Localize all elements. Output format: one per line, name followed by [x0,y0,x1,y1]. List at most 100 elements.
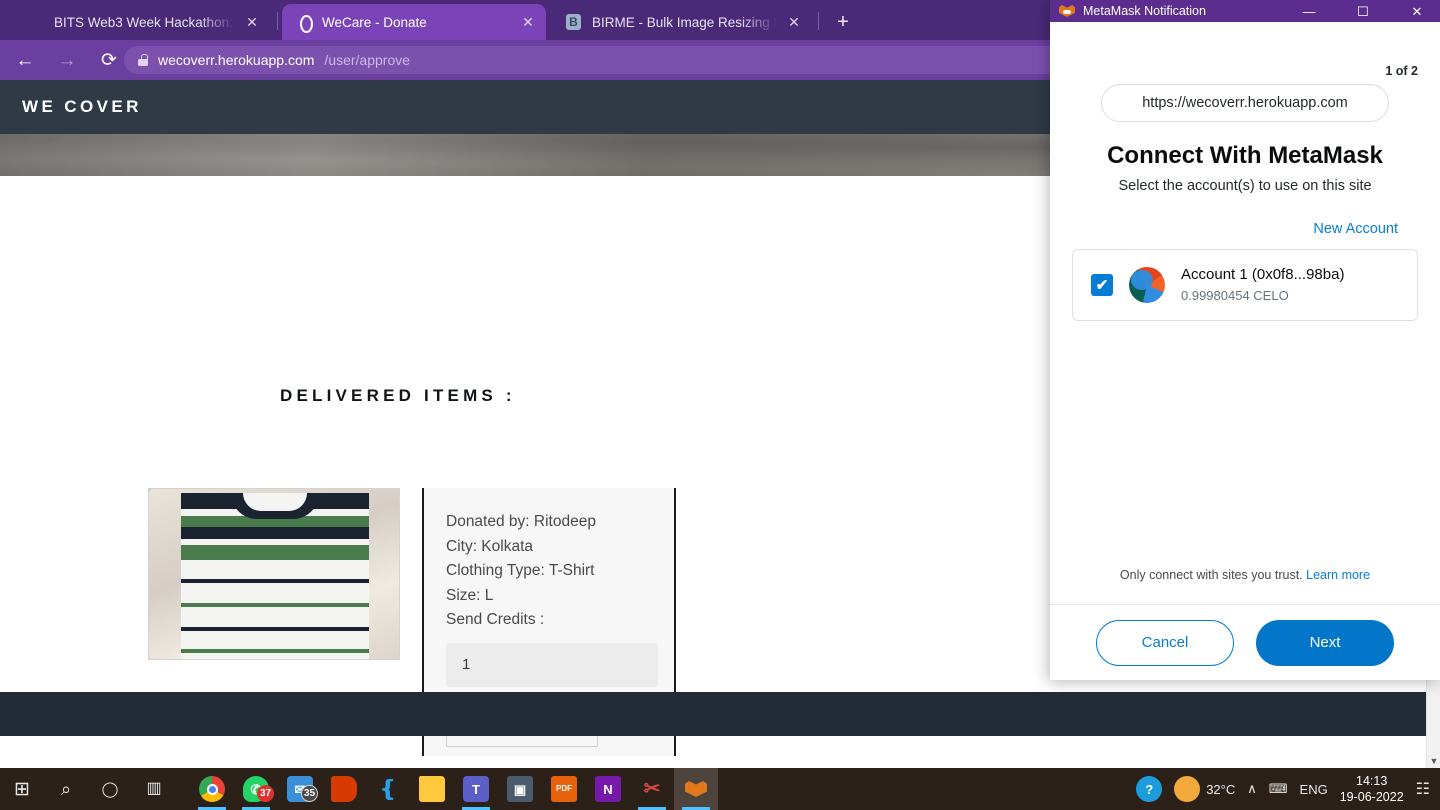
site-footer [0,692,1440,736]
notification-icon: ☷ [1416,779,1430,799]
teams-icon: T [463,776,489,802]
address-bar-path: /user/approve [324,52,410,68]
task-view-icon: ▥ [146,781,161,797]
browser-tab-1-close-icon[interactable]: ✕ [244,14,260,30]
calculator-icon: ▣ [507,776,533,802]
taskbar-app-file-explorer[interactable] [410,768,454,810]
system-tray: ? 32°C ∧ ⌨ ENG 14:13 19-06-2022 ☷ [1136,773,1440,805]
search-button[interactable]: ⌕ [44,768,88,810]
task-view-button[interactable]: ▥ [132,768,176,810]
learn-more-link[interactable]: Learn more [1306,568,1370,582]
taskbar-app-office[interactable] [322,768,366,810]
metamask-window-title: MetaMask Notification [1083,4,1278,18]
browser-tab-2-close-icon[interactable]: ✕ [520,14,536,30]
clock-time: 14:13 [1340,773,1404,789]
chrome-icon [199,776,225,802]
item-size: Size: L [446,584,654,609]
scissors-icon: ✂ [639,776,665,802]
close-button[interactable]: ✕ [1394,0,1440,22]
address-bar-domain: wecoverr.herokuapp.com [158,52,314,68]
browser-tab-3-close-icon[interactable]: ✕ [786,14,802,30]
forward-button[interactable]: → [50,43,84,77]
mail-badge: 35 [301,785,318,802]
birme-icon: B [566,14,583,31]
scroll-down-arrow-icon[interactable]: ▼ [1427,757,1440,766]
striped-tshirt-graphic [181,493,369,659]
account-balance: 0.99980454 CELO [1181,287,1344,305]
next-button[interactable]: Next [1256,620,1394,666]
trust-note: Only connect with sites you trust. Learn… [1050,568,1440,582]
browser-tab-3-title: BIRME - Bulk Image Resizing Ma [592,15,777,30]
keyboard-icon: ⌨ [1269,781,1288,797]
metamask-title-bar: MetaMask Notification — ☐ ✕ [1050,0,1440,22]
taskbar-app-calculator[interactable]: ▣ [498,768,542,810]
browser-tab-3[interactable]: B BIRME - Bulk Image Resizing Ma ✕ [552,4,812,40]
office-icon [331,776,357,802]
lock-icon [138,54,148,66]
origin-pill: https://wecoverr.herokuapp.com [1101,84,1389,122]
metamask-notification-window: MetaMask Notification — ☐ ✕ 1 of 2 https… [1050,0,1440,680]
weather-sun-cloud-icon [1174,776,1200,802]
checkmark-icon: ✔ [1096,278,1109,293]
send-credits-input[interactable] [446,643,658,687]
language-indicator[interactable]: ENG [1300,782,1328,797]
taskbar-app-teams[interactable]: T [454,768,498,810]
taskbar-app-snip-sketch[interactable]: ✂ [630,768,674,810]
browser-tab-2[interactable]: WeCare - Donate ✕ [282,4,546,40]
weather-widget[interactable]: 32°C [1174,776,1235,802]
minimize-button[interactable]: — [1286,0,1332,22]
start-button[interactable]: ⊞ [0,768,44,810]
help-icon[interactable]: ? [1136,776,1162,802]
connect-subheading: Select the account(s) to use on this sit… [1072,178,1418,194]
trust-note-text: Only connect with sites you trust. [1120,568,1303,582]
tab-divider [818,12,819,30]
tab-divider [277,12,278,30]
taskbar-app-chrome[interactable] [190,768,234,810]
browser-tab-1-title: BITS Web3 Week Hackathon: Das [54,15,235,30]
cortana-button[interactable]: ◯ [88,768,132,810]
cancel-button[interactable]: Cancel [1096,620,1234,666]
taskbar-app-mail[interactable]: ✉ 35 [278,768,322,810]
shirt-collar-inner [243,493,307,511]
taskbar-app-vscode[interactable]: ❴ [366,768,410,810]
search-icon: ⌕ [61,780,71,798]
account-name: Account 1 (0x0f8...98ba) [1181,265,1344,285]
account-checkbox[interactable]: ✔ [1091,274,1113,296]
taskbar-app-pdf[interactable]: PDF [542,768,586,810]
metamask-footer: Cancel Next [1050,604,1440,680]
globe-icon [296,14,313,31]
weather-temperature: 32°C [1206,782,1235,797]
blue-square-icon [28,14,45,31]
account-text: Account 1 (0x0f8...98ba) 0.99980454 CELO [1181,265,1344,305]
chevron-up-icon: ∧ [1247,781,1257,797]
connect-heading: Connect With MetaMask [1072,142,1418,170]
new-tab-button[interactable]: + [830,9,856,35]
browser-tab-1[interactable]: BITS Web3 Week Hackathon: Das ✕ [14,4,270,40]
metamask-fox-icon [1059,4,1075,18]
windows-logo-icon: ⊞ [14,780,30,799]
onenote-icon: N [595,776,621,802]
touch-keyboard-button[interactable]: ⌨ [1269,781,1288,797]
reload-button[interactable]: ⟳ [92,43,126,77]
language-label: ENG [1300,782,1328,797]
whatsapp-badge: 37 [257,785,274,802]
new-account-link[interactable]: New Account [1072,221,1418,237]
maximize-button[interactable]: ☐ [1340,0,1386,22]
metamask-icon [683,776,709,802]
back-button[interactable]: ← [8,43,42,77]
show-hidden-icons-button[interactable]: ∧ [1247,781,1257,797]
taskbar-app-whatsapp[interactable]: ✆ 37 [234,768,278,810]
item-city: City: Kolkata [446,535,654,560]
taskbar-app-onenote[interactable]: N [586,768,630,810]
vscode-icon: ❴ [375,776,401,802]
account-list-item[interactable]: ✔ Account 1 (0x0f8...98ba) 0.99980454 CE… [1072,249,1418,321]
file-explorer-icon [419,776,445,802]
windows-taskbar: ⊞ ⌕ ◯ ▥ ✆ 37 ✉ 35 ❴ [0,768,1440,810]
account-identicon [1129,267,1165,303]
taskbar-app-metamask[interactable] [674,768,718,810]
metamask-content: 1 of 2 https://wecoverr.herokuapp.com Co… [1050,22,1440,604]
site-logo[interactable]: WE COVER [22,97,142,117]
notification-center-button[interactable]: ☷ [1416,779,1430,799]
clock[interactable]: 14:13 19-06-2022 [1340,773,1404,805]
pdf-icon: PDF [551,776,577,802]
